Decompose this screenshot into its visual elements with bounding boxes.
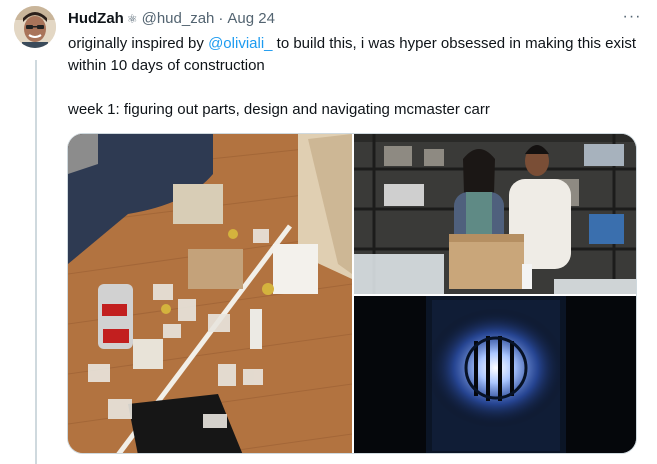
tweet-paragraph-2: week 1: figuring out parts, design and n… xyxy=(68,101,490,118)
thread-line xyxy=(35,60,37,464)
author-avatar[interactable] xyxy=(14,6,56,48)
lab-scene-graphic xyxy=(354,134,636,294)
avatar-photo xyxy=(14,6,56,48)
mention-link[interactable]: @oliviali_ xyxy=(208,35,272,52)
glowing-fusor-photo[interactable] xyxy=(354,296,636,453)
atom-emoji-icon: ⚛ xyxy=(126,12,138,26)
tweet-text: originally inspired by @oliviali_ to bui… xyxy=(68,33,646,121)
text-pre-mention: originally inspired by xyxy=(68,35,209,52)
tweet-paragraph-1: originally inspired by @oliviali_ to bui… xyxy=(68,33,646,77)
author-display-name[interactable]: HudZah xyxy=(68,9,124,29)
media-grid xyxy=(67,133,637,454)
parts-on-floor-graphic xyxy=(68,134,352,453)
more-options-icon[interactable]: ··· xyxy=(619,6,645,28)
separator-dot: · xyxy=(218,10,224,27)
two-people-in-lab-photo[interactable] xyxy=(354,134,636,294)
parts-on-floor-photo[interactable] xyxy=(68,134,352,453)
tweet-date[interactable]: Aug 24 xyxy=(227,9,275,29)
tweet-header: HudZah ⚛ @hud_zah · Aug 24 xyxy=(68,9,637,29)
fusor-glow-graphic xyxy=(354,296,636,453)
more-options-label: ··· xyxy=(622,8,642,25)
author-handle[interactable]: @hud_zah xyxy=(142,9,215,29)
